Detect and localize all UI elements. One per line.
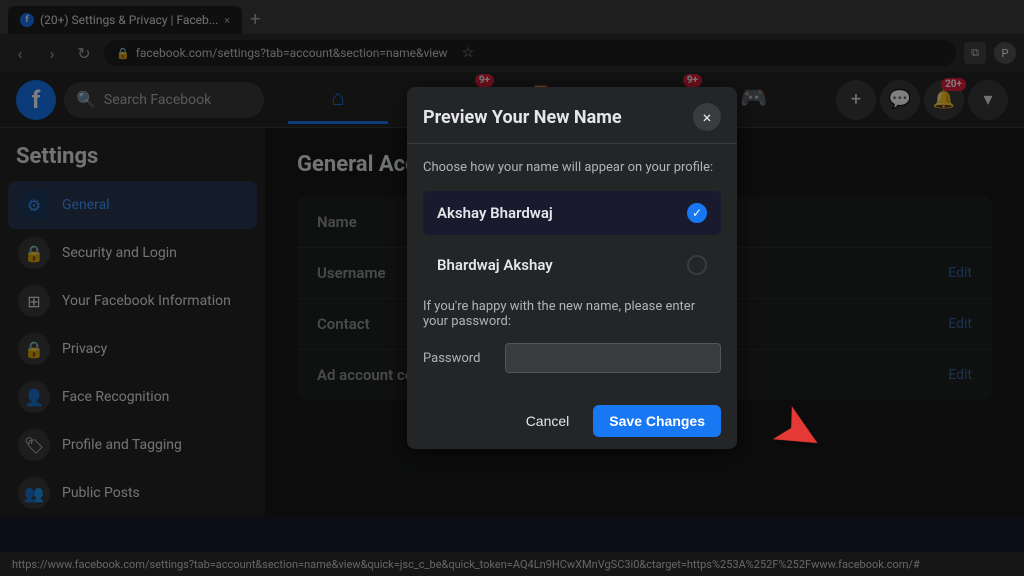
modal-footer: Cancel Save Changes: [407, 393, 737, 449]
radio-2-unchecked: [687, 255, 707, 275]
modal-title: Preview Your New Name: [423, 107, 622, 128]
password-label: Password: [423, 351, 493, 366]
modal-close-button[interactable]: ×: [693, 103, 721, 131]
save-changes-button[interactable]: Save Changes: [593, 405, 721, 437]
cancel-button[interactable]: Cancel: [510, 405, 586, 437]
name-option-2[interactable]: Bhardwaj Akshay: [423, 243, 721, 287]
name-option-1-text: Akshay Bhardwaj: [437, 204, 553, 222]
radio-1-checked: ✓: [687, 203, 707, 223]
modal-header: Preview Your New Name ×: [407, 87, 737, 144]
modal-description: Choose how your name will appear on your…: [423, 160, 721, 175]
modal-body: Choose how your name will appear on your…: [407, 144, 737, 393]
name-option-1[interactable]: Akshay Bhardwaj ✓: [423, 191, 721, 235]
name-option-2-text: Bhardwaj Akshay: [437, 256, 553, 274]
password-input[interactable]: [505, 343, 721, 373]
password-row: Password: [423, 343, 721, 373]
preview-name-modal: Preview Your New Name × Choose how your …: [407, 87, 737, 449]
modal-overlay: Preview Your New Name × Choose how your …: [0, 0, 1024, 576]
password-prompt: If you're happy with the new name, pleas…: [423, 299, 721, 329]
